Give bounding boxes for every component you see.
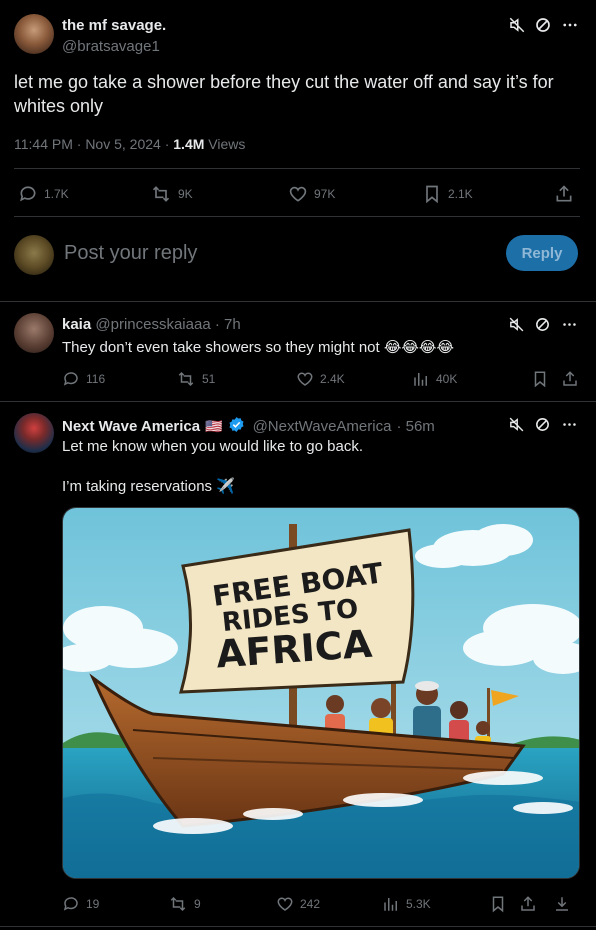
reply-author-name[interactable]: Next Wave America — [62, 418, 200, 435]
divider — [0, 401, 596, 402]
more-icon[interactable] — [561, 416, 578, 433]
mute-icon[interactable] — [508, 16, 526, 34]
reply-submit-button[interactable]: Reply — [506, 235, 578, 271]
repost-button[interactable]: 9 — [168, 895, 201, 913]
like-count: 2.4K — [320, 372, 345, 386]
reply-time[interactable]: · 7h — [215, 316, 241, 333]
repost-icon — [178, 371, 194, 387]
like-count: 242 — [300, 897, 321, 911]
airplane-emoji: ✈️ — [216, 478, 235, 495]
repost-icon — [152, 186, 170, 202]
bookmark-icon — [426, 185, 438, 204]
reply-time[interactable]: · 56m — [396, 418, 434, 435]
views-button[interactable]: 40K — [412, 370, 457, 388]
reply-button[interactable]: 19 — [62, 895, 99, 913]
repost-icon — [170, 896, 186, 912]
like-button[interactable]: 2.4K — [296, 370, 345, 388]
heart-icon — [289, 186, 307, 202]
views-icon — [384, 898, 397, 911]
repost-count: 9 — [194, 897, 201, 911]
divider — [14, 216, 580, 217]
reply-count: 1.7K — [44, 187, 69, 201]
mute-icon[interactable] — [508, 316, 525, 333]
laughing-emoji: 😂😂😂😂 — [383, 339, 454, 356]
block-icon[interactable] — [534, 316, 551, 333]
reply-button[interactable]: 1.7K — [18, 184, 69, 204]
reply-button[interactable]: 116 — [62, 370, 105, 388]
share-icon[interactable] — [561, 370, 579, 388]
views-icon — [414, 373, 427, 386]
more-icon[interactable] — [561, 316, 578, 333]
avatar[interactable] — [14, 14, 54, 54]
bookmark-button[interactable]: 2.1K — [422, 184, 473, 204]
reply-count: 19 — [86, 897, 100, 911]
tweet-meta: 11:44 PM · Nov 5, 2024 · 1.4M Views — [14, 136, 245, 152]
views-count: 40K — [436, 372, 458, 386]
bookmark-icon[interactable] — [531, 370, 549, 388]
download-icon[interactable] — [553, 895, 571, 913]
views-label: Views — [208, 136, 246, 152]
share-button[interactable] — [554, 184, 574, 204]
share-icon — [556, 185, 572, 202]
block-icon[interactable] — [534, 16, 552, 34]
mute-icon[interactable] — [508, 416, 525, 433]
my-avatar[interactable] — [14, 235, 54, 275]
boat-illustration: FREE BOAT RIDES TO AFRICA — [63, 508, 579, 878]
reply-icon — [63, 372, 78, 386]
reply-author-handle[interactable]: @NextWaveAmerica — [253, 418, 392, 435]
reply-body: I’m taking reservations — [62, 478, 213, 495]
block-icon[interactable] — [534, 416, 551, 433]
reply-text: They don’t even take showers so they mig… — [62, 338, 454, 358]
reply-text-line-1: Let me know when you would like to go ba… — [62, 438, 364, 455]
divider — [14, 168, 580, 169]
avatar[interactable] — [14, 413, 54, 453]
like-button[interactable]: 242 — [276, 895, 320, 913]
divider — [0, 926, 596, 927]
like-count: 97K — [314, 187, 336, 201]
reply-body: They don’t even take showers so they mig… — [62, 339, 380, 356]
like-button[interactable]: 97K — [288, 184, 335, 204]
verified-icon — [228, 416, 245, 437]
tweet-text: let me go take a shower before they cut … — [14, 72, 554, 116]
heart-icon — [277, 897, 293, 911]
repost-button[interactable]: 9K — [150, 184, 193, 204]
author-handle[interactable]: @bratsavage1 — [62, 38, 160, 55]
divider — [0, 301, 596, 302]
more-icon[interactable] — [561, 16, 579, 34]
reply-header: Next Wave America 🇺🇸 @NextWaveAmerica · … — [62, 416, 435, 437]
views-count: 1.4M — [173, 136, 205, 152]
reply-author-name[interactable]: kaia — [62, 316, 91, 333]
repost-count: 9K — [178, 187, 193, 201]
repost-count: 51 — [202, 372, 216, 386]
reply-icon — [20, 186, 36, 202]
heart-icon — [297, 372, 313, 386]
bookmark-count: 2.1K — [448, 187, 473, 201]
share-icon[interactable] — [519, 895, 537, 913]
reply-header: kaia @princesskaiaaa · 7h — [62, 316, 241, 333]
us-flag-icon: 🇺🇸 — [205, 418, 223, 434]
reply-count: 116 — [86, 372, 106, 386]
tweet-time[interactable]: 11:44 PM · Nov 5, 2024 · — [14, 136, 169, 152]
reply-input[interactable]: Post your reply — [64, 242, 197, 265]
reply-text-line-2: I’m taking reservations ✈️ — [62, 477, 235, 497]
reply-author-handle[interactable]: @princesskaiaaa — [95, 316, 210, 333]
views-count: 5.3K — [406, 897, 431, 911]
attached-image[interactable]: FREE BOAT RIDES TO AFRICA — [62, 507, 580, 879]
avatar[interactable] — [14, 313, 54, 353]
repost-button[interactable]: 51 — [176, 370, 215, 388]
views-button[interactable]: 5.3K — [382, 895, 431, 913]
author-name[interactable]: the mf savage. — [62, 17, 166, 34]
bookmark-icon[interactable] — [489, 895, 507, 913]
reply-icon — [63, 897, 78, 911]
